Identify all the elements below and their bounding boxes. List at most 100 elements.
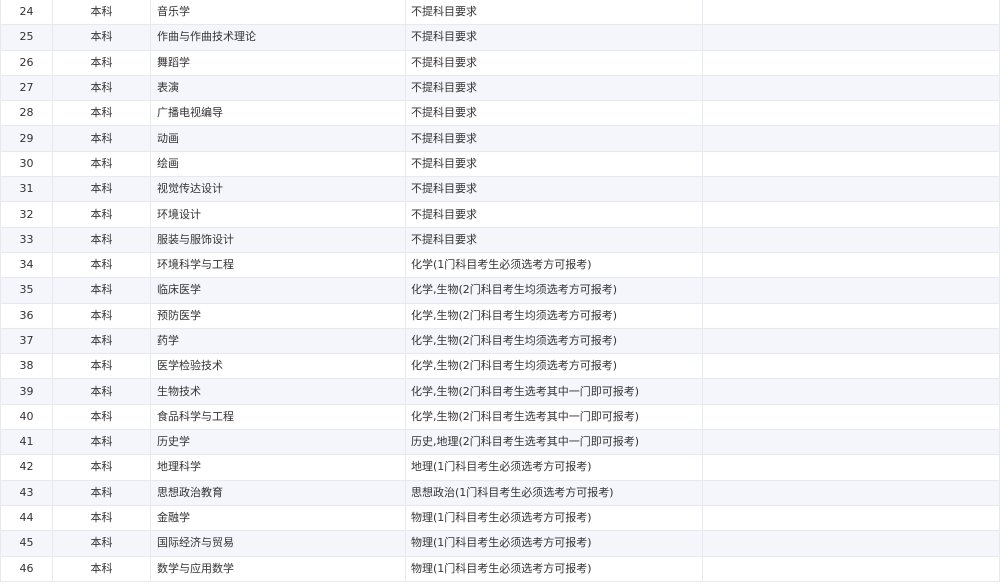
table-row: 27 本科 表演 不提科目要求 <box>0 75 1000 102</box>
row-number: 36 <box>0 303 53 329</box>
table-row: 35 本科 临床医学 化学,生物(2门科目考生均须选考方可报考) <box>0 277 1000 304</box>
row-number: 32 <box>0 201 53 228</box>
degree-level: 本科 <box>52 378 151 405</box>
empty-cell <box>702 277 1000 304</box>
major-name: 历史学 <box>150 429 406 456</box>
subject-requirement: 地理(1门科目考生必须选考方可报考) <box>405 454 703 481</box>
row-number: 39 <box>0 378 53 405</box>
empty-cell <box>702 454 1000 481</box>
row-number: 38 <box>0 353 53 380</box>
row-number: 44 <box>0 505 53 532</box>
empty-cell <box>702 100 1000 127</box>
table-row: 37 本科 药学 化学,生物(2门科目考生均须选考方可报考) <box>0 328 1000 355</box>
row-number: 46 <box>0 556 53 582</box>
major-name: 动画 <box>150 125 406 152</box>
subject-requirement: 化学,生物(2门科目考生选考其中一门即可报考) <box>405 404 703 431</box>
table-row: 38 本科 医学检验技术 化学,生物(2门科目考生均须选考方可报考) <box>0 353 1000 380</box>
row-number: 34 <box>0 252 53 279</box>
table-row: 32 本科 环境设计 不提科目要求 <box>0 201 1000 228</box>
subject-requirement: 思想政治(1门科目考生必须选考方可报考) <box>405 480 703 506</box>
degree-level: 本科 <box>52 505 151 532</box>
empty-cell <box>702 429 1000 456</box>
table-row: 24 本科 音乐学 不提科目要求 <box>0 0 1000 26</box>
subject-requirement: 不提科目要求 <box>405 50 703 76</box>
subject-requirement: 不提科目要求 <box>405 125 703 152</box>
subject-requirement: 不提科目要求 <box>405 176 703 203</box>
degree-level: 本科 <box>52 201 151 228</box>
degree-level: 本科 <box>52 50 151 76</box>
empty-cell <box>702 24 1000 51</box>
row-number: 37 <box>0 328 53 355</box>
row-number: 28 <box>0 100 53 127</box>
major-name: 地理科学 <box>150 454 406 481</box>
major-name: 音乐学 <box>150 0 406 26</box>
degree-level: 本科 <box>52 252 151 279</box>
subject-requirement: 化学,生物(2门科目考生均须选考方可报考) <box>405 353 703 380</box>
degree-level: 本科 <box>52 429 151 456</box>
empty-cell <box>702 176 1000 203</box>
major-name: 视觉传达设计 <box>150 176 406 203</box>
subject-requirement: 不提科目要求 <box>405 227 703 253</box>
major-name: 药学 <box>150 328 406 355</box>
degree-level: 本科 <box>52 530 151 557</box>
empty-cell <box>702 50 1000 76</box>
major-name: 临床医学 <box>150 277 406 304</box>
degree-level: 本科 <box>52 556 151 582</box>
subject-requirement: 化学,生物(2门科目考生均须选考方可报考) <box>405 328 703 355</box>
table-row: 44 本科 金融学 物理(1门科目考生必须选考方可报考) <box>0 505 1000 532</box>
empty-cell <box>702 353 1000 380</box>
major-name: 环境设计 <box>150 201 406 228</box>
degree-level: 本科 <box>52 353 151 380</box>
degree-level: 本科 <box>52 176 151 203</box>
degree-level: 本科 <box>52 454 151 481</box>
major-name: 服装与服饰设计 <box>150 227 406 253</box>
table-row: 26 本科 舞蹈学 不提科目要求 <box>0 50 1000 76</box>
subject-requirement: 化学(1门科目考生必须选考方可报考) <box>405 252 703 279</box>
degree-level: 本科 <box>52 303 151 329</box>
degree-level: 本科 <box>52 24 151 51</box>
row-number: 29 <box>0 125 53 152</box>
degree-level: 本科 <box>52 100 151 127</box>
subject-requirement: 历史,地理(2门科目考生选考其中一门即可报考) <box>405 429 703 456</box>
row-number: 27 <box>0 75 53 102</box>
table-row: 28 本科 广播电视编导 不提科目要求 <box>0 100 1000 127</box>
subject-requirement: 不提科目要求 <box>405 201 703 228</box>
major-name: 医学检验技术 <box>150 353 406 380</box>
row-number: 45 <box>0 530 53 557</box>
table-row: 33 本科 服装与服饰设计 不提科目要求 <box>0 227 1000 253</box>
table-row: 39 本科 生物技术 化学,生物(2门科目考生选考其中一门即可报考) <box>0 378 1000 405</box>
major-requirements-table: 24 本科 音乐学 不提科目要求 25 本科 作曲与作曲技术理论 不提科目要求 26 本科 舞蹈学不… <box>0 0 1000 582</box>
major-name: 金融学 <box>150 505 406 532</box>
row-number: 26 <box>0 50 53 76</box>
major-name: 绘画 <box>150 151 406 178</box>
table-row: 46 本科 数学与应用数学 物理(1门科目考生必须选考方可报考) <box>0 556 1000 582</box>
row-number: 35 <box>0 277 53 304</box>
degree-level: 本科 <box>52 227 151 253</box>
table-row: 36 本科 预防医学 化学,生物(2门科目考生均须选考方可报考) <box>0 303 1000 329</box>
degree-level: 本科 <box>52 75 151 102</box>
major-name: 预防医学 <box>150 303 406 329</box>
table-row: 40 本科 食品科学与工程 化学,生物(2门科目考生选考其中一门即可报考) <box>0 404 1000 431</box>
empty-cell <box>702 303 1000 329</box>
subject-requirement: 不提科目要求 <box>405 0 703 26</box>
subject-requirement: 物理(1门科目考生必须选考方可报考) <box>405 556 703 582</box>
degree-level: 本科 <box>52 0 151 26</box>
major-name: 环境科学与工程 <box>150 252 406 279</box>
row-number: 33 <box>0 227 53 253</box>
row-number: 25 <box>0 24 53 51</box>
row-number: 40 <box>0 404 53 431</box>
table-row: 43 本科 思想政治教育 思想政治(1门科目考生必须选考方可报考) <box>0 480 1000 506</box>
row-number: 31 <box>0 176 53 203</box>
table-row: 34 本科 环境科学与工程 化学(1门科目考生必须选考方可报考) <box>0 252 1000 279</box>
empty-cell <box>702 378 1000 405</box>
empty-cell <box>702 404 1000 431</box>
empty-cell <box>702 151 1000 178</box>
subject-requirement: 不提科目要求 <box>405 24 703 51</box>
empty-cell <box>702 505 1000 532</box>
table-row: 41 本科 历史学 历史,地理(2门科目考生选考其中一门即可报考) <box>0 429 1000 456</box>
row-number: 43 <box>0 480 53 506</box>
empty-cell <box>702 530 1000 557</box>
subject-requirement: 不提科目要求 <box>405 151 703 178</box>
row-number: 30 <box>0 151 53 178</box>
major-name: 国际经济与贸易 <box>150 530 406 557</box>
